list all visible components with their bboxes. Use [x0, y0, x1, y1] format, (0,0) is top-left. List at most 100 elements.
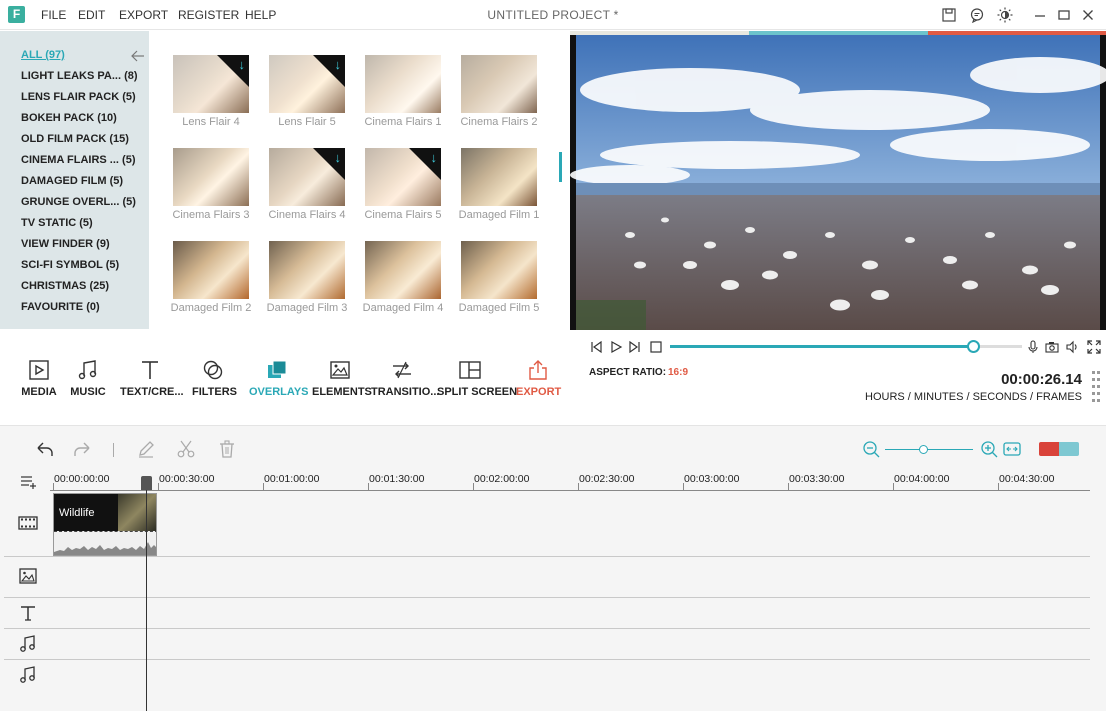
overlay-thumb[interactable]: ↓ — [269, 148, 345, 206]
download-icon[interactable]: ↓ — [431, 150, 438, 165]
menu-export[interactable]: EXPORT — [119, 8, 168, 22]
overlay-thumb[interactable] — [365, 55, 441, 113]
category-sidebar: ALL (97) LIGHT LEAKS PA... (8) LENS FLAI… — [0, 31, 149, 329]
overlay-thumb[interactable] — [269, 241, 345, 299]
redo-icon[interactable] — [72, 439, 92, 459]
text-track-icon — [21, 606, 35, 621]
download-icon[interactable]: ↓ — [335, 57, 342, 72]
ruler-label: 00:03:00:00 — [684, 473, 740, 485]
category-view-finder[interactable]: VIEW FINDER (9) — [21, 238, 110, 250]
category-light-leaks[interactable]: LIGHT LEAKS PA... (8) — [21, 70, 138, 82]
overlay-label: Damaged Film 2 — [170, 302, 252, 314]
fullscreen-icon[interactable] — [1087, 340, 1101, 354]
menu-register[interactable]: REGISTER — [178, 8, 239, 22]
tab-split-screen[interactable]: SPLIT SCREEN — [437, 358, 518, 398]
ruler-tick — [578, 483, 579, 490]
video-track[interactable] — [4, 491, 1090, 557]
microphone-icon[interactable] — [1026, 340, 1040, 354]
overlay-track[interactable] — [4, 557, 1090, 598]
tab-transitions[interactable]: TRANSITIO... — [371, 358, 439, 398]
text-track[interactable] — [4, 598, 1090, 629]
tab-text-credits[interactable]: TEXT/CRE... — [120, 358, 184, 398]
stop-icon[interactable] — [649, 340, 663, 354]
tab-elements[interactable]: ELEMENTS — [312, 358, 372, 398]
maximize-icon[interactable] — [1055, 6, 1073, 24]
overlay-thumb[interactable] — [461, 55, 537, 113]
overlay-thumb[interactable] — [461, 148, 537, 206]
menu-file[interactable]: FILE — [41, 8, 66, 22]
grid-scrollbar[interactable] — [559, 152, 562, 182]
play-icon[interactable] — [609, 340, 623, 354]
brightness-icon[interactable] — [996, 6, 1014, 24]
ruler-label: 00:01:00:00 — [264, 473, 320, 485]
cut-icon[interactable] — [176, 439, 196, 459]
category-grunge-overlay[interactable]: GRUNGE OVERL... (5) — [21, 196, 136, 208]
zoom-out-icon[interactable] — [861, 439, 881, 459]
progress-knob[interactable] — [966, 340, 980, 353]
music-track[interactable] — [4, 629, 1090, 660]
overlay-thumb[interactable]: ↓ — [269, 55, 345, 113]
audio-view-icon[interactable] — [1039, 442, 1059, 456]
download-icon[interactable]: ↓ — [239, 57, 246, 72]
category-damaged-film[interactable]: DAMAGED FILM (5) — [21, 175, 123, 187]
step-forward-icon[interactable] — [628, 340, 642, 354]
tab-filters[interactable]: FILTERS — [192, 358, 238, 398]
panel-resize-grip-icon[interactable] — [1090, 369, 1102, 405]
edit-icon[interactable] — [136, 439, 156, 459]
category-all[interactable]: ALL (97) — [21, 49, 65, 61]
tab-music[interactable]: MUSIC — [70, 358, 106, 398]
tab-filters-label: FILTERS — [192, 386, 238, 398]
feedback-icon[interactable] — [968, 6, 986, 24]
time-ruler[interactable]: 00:00:00:00 00:00:30:00 00:01:00:00 00:0… — [50, 469, 1090, 491]
elements-icon — [330, 361, 350, 379]
category-cinema-flairs[interactable]: CINEMA FLAIRS ... (5) — [21, 154, 135, 166]
progress-fill — [670, 345, 973, 348]
step-back-icon[interactable] — [589, 340, 603, 354]
track-manager-icon[interactable] — [20, 474, 38, 490]
export-button[interactable]: EXPORT — [516, 358, 562, 398]
undo-icon[interactable] — [35, 439, 55, 459]
video-clip[interactable]: Wildlife — [53, 493, 157, 556]
overlay-thumb[interactable] — [365, 241, 441, 299]
export-label: EXPORT — [516, 386, 562, 398]
snapshot-icon[interactable] — [1045, 340, 1059, 354]
tab-overlays[interactable]: OVERLAYS — [249, 358, 309, 398]
category-old-film[interactable]: OLD FILM PACK (15) — [21, 133, 129, 145]
close-icon[interactable] — [1079, 6, 1097, 24]
menu-help[interactable]: HELP — [245, 8, 276, 22]
playback-progress-bar[interactable] — [670, 340, 1022, 353]
overlay-thumb[interactable] — [173, 148, 249, 206]
category-christmas[interactable]: CHRISTMAS (25) — [21, 280, 109, 292]
category-sci-fi-symbol[interactable]: SCI-FI SYMBOL (5) — [21, 259, 119, 271]
overlay-thumb[interactable] — [461, 241, 537, 299]
overlay-thumb[interactable] — [173, 241, 249, 299]
overlay-thumb[interactable]: ↓ — [365, 148, 441, 206]
download-icon[interactable]: ↓ — [335, 150, 342, 165]
video-view-icon[interactable] — [1059, 442, 1079, 456]
delete-icon[interactable] — [217, 439, 237, 459]
app-logo: F — [8, 6, 25, 23]
zoom-slider[interactable] — [885, 449, 973, 450]
menu-edit[interactable]: EDIT — [78, 8, 105, 22]
playhead-line[interactable] — [146, 478, 147, 711]
zoom-in-icon[interactable] — [979, 439, 999, 459]
category-bokeh[interactable]: BOKEH PACK (10) — [21, 112, 117, 124]
preview-frame — [570, 35, 1106, 330]
save-icon[interactable] — [940, 6, 958, 24]
aspect-ratio-value[interactable]: 16:9 — [668, 367, 688, 378]
back-arrow-icon[interactable] — [130, 48, 146, 64]
track-view-toggle[interactable] — [1039, 442, 1079, 456]
category-lens-flair[interactable]: LENS FLAIR PACK (5) — [21, 91, 136, 103]
playhead-handle[interactable] — [141, 476, 152, 490]
tab-media[interactable]: MEDIA — [21, 358, 57, 398]
overlay-thumb[interactable]: ↓ — [173, 55, 249, 113]
music-track-icon — [20, 635, 35, 652]
music-track[interactable] — [4, 660, 1090, 691]
category-tv-static[interactable]: TV STATIC (5) — [21, 217, 93, 229]
tab-split-screen-label: SPLIT SCREEN — [437, 386, 518, 398]
volume-icon[interactable] — [1065, 340, 1079, 354]
fit-timeline-icon[interactable] — [1002, 439, 1022, 459]
zoom-knob[interactable] — [919, 445, 928, 454]
minimize-icon[interactable] — [1031, 6, 1049, 24]
category-favourite[interactable]: FAVOURITE (0) — [21, 301, 100, 313]
